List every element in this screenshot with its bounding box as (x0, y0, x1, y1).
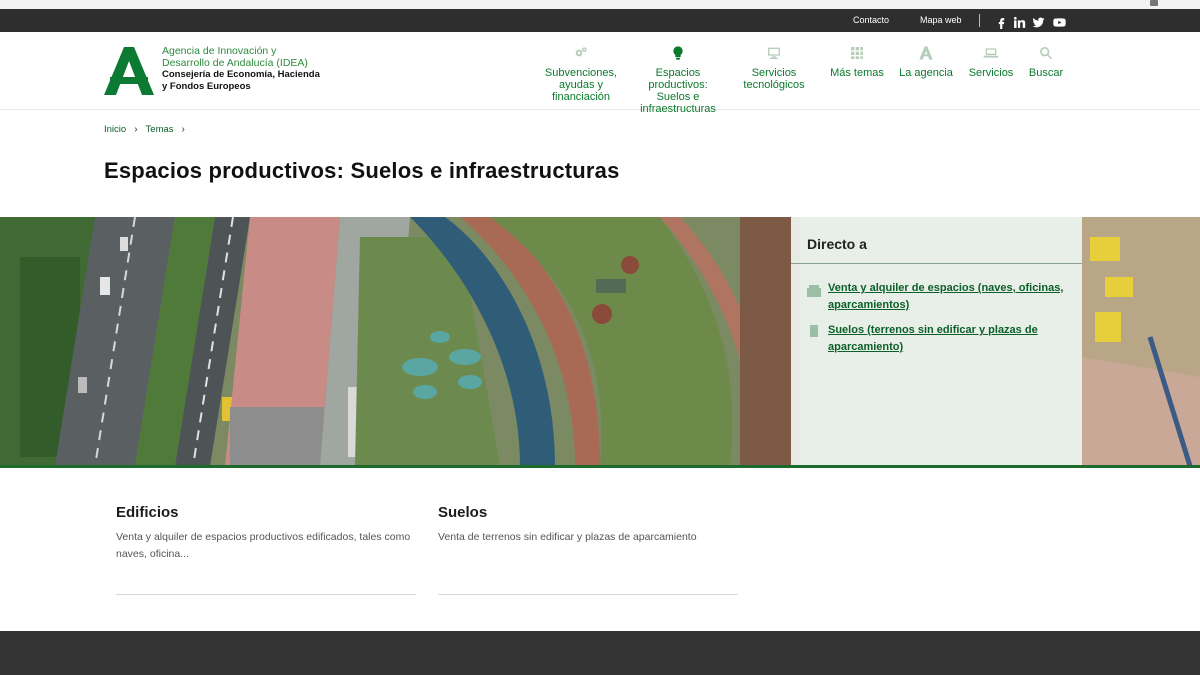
utility-bar: Contacto Mapa web (0, 9, 1200, 32)
nav-label: Espacios (655, 67, 701, 79)
gears-icon (573, 45, 589, 61)
card-title[interactable]: Edificios (116, 504, 416, 521)
nav-label: tecnológicos (743, 79, 805, 91)
nav-label: La agencia (899, 67, 953, 79)
nav-label: Más temas (830, 67, 884, 79)
nav-servicios-tecnologicos[interactable]: Servicios tecnológicos (738, 45, 810, 91)
nav-label: financiación (551, 91, 611, 103)
divider (791, 263, 1082, 264)
site-header: Agencia de Innovación y Desarrollo de An… (0, 32, 1200, 115)
nav-label: Suelos e (656, 91, 700, 103)
hero-bottom-border (0, 465, 1200, 468)
grid-icon (849, 45, 865, 61)
monitor-icon (766, 45, 782, 61)
chevron-right-icon: › (181, 124, 185, 135)
breadcrumb-home[interactable]: Inicio (104, 124, 126, 135)
building-icon (807, 284, 821, 297)
ministry-name-line: Consejería de Economía, Hacienda (162, 69, 320, 80)
twitter-icon[interactable] (1031, 15, 1045, 29)
nav-servicios[interactable]: Servicios (964, 45, 1018, 79)
nav-label: Subvenciones, (544, 67, 618, 79)
card-title[interactable]: Suelos (438, 504, 738, 521)
site-footer (0, 631, 1200, 675)
nav-label: infraestructuras (640, 103, 716, 115)
breadcrumb-temas[interactable]: Temas (146, 124, 174, 135)
breadcrumb: Inicio › Temas › (104, 124, 193, 135)
card-divider (438, 594, 738, 595)
nav-mas-temas[interactable]: Más temas (828, 45, 886, 79)
nav-label: ayudas y (558, 79, 604, 91)
junta-logo-icon[interactable] (104, 47, 154, 95)
ministry-name-line: y Fondos Europeos (162, 81, 251, 92)
card-divider (116, 594, 416, 595)
chevron-right-icon: › (134, 124, 138, 135)
nav-label: productivos: (648, 79, 708, 91)
linkedin-icon[interactable] (1012, 15, 1026, 29)
lightbulb-icon (670, 45, 686, 61)
nav-la-agencia[interactable]: La agencia (896, 45, 956, 79)
direct-access-panel: Directo a Venta y alquiler de espacios (… (791, 217, 1082, 465)
browser-top-strip (0, 0, 1200, 9)
contact-link[interactable]: Contacto (853, 15, 889, 25)
card-description: Venta de terrenos sin edificar y plazas … (438, 531, 697, 543)
sitemap-link[interactable]: Mapa web (920, 15, 962, 25)
nav-subvenciones[interactable]: Subvenciones, ayudas y financiación (542, 45, 620, 103)
land-icon (807, 324, 821, 337)
direct-access-title: Directo a (807, 236, 867, 252)
nav-buscar[interactable]: Buscar (1024, 45, 1068, 79)
agency-name: Agencia de Innovación y Desarrollo de An… (162, 45, 320, 93)
nav-label: Buscar (1028, 67, 1064, 79)
nav-label: Servicios (751, 67, 797, 79)
nav-label: Servicios (968, 67, 1014, 79)
utility-divider (979, 14, 980, 27)
page-title: Espacios productivos: Suelos e infraestr… (104, 158, 620, 183)
card-edificios[interactable]: Edificios Venta y alquiler de espacios p… (116, 504, 416, 563)
card-suelos[interactable]: Suelos Venta de terrenos sin edificar y … (438, 504, 738, 546)
agency-name-line: Desarrollo de Andalucía (IDEA) (162, 57, 308, 69)
search-icon (1038, 45, 1054, 61)
window-control-icon (1150, 0, 1158, 6)
laptop-icon (983, 45, 999, 61)
andalucia-a-icon (918, 45, 934, 61)
direct-link-suelos[interactable]: Suelos (terrenos sin edificar y plazas d… (828, 322, 1068, 356)
card-description: Venta y alquiler de espacios productivos… (116, 531, 411, 560)
youtube-icon[interactable] (1052, 15, 1066, 29)
agency-name-line: Agencia de Innovación y (162, 45, 277, 57)
facebook-icon[interactable] (994, 15, 1008, 29)
direct-link-venta-alquiler[interactable]: Venta y alquiler de espacios (naves, ofi… (828, 280, 1068, 314)
nav-espacios-productivos[interactable]: Espacios productivos: Suelos e infraestr… (634, 45, 722, 115)
